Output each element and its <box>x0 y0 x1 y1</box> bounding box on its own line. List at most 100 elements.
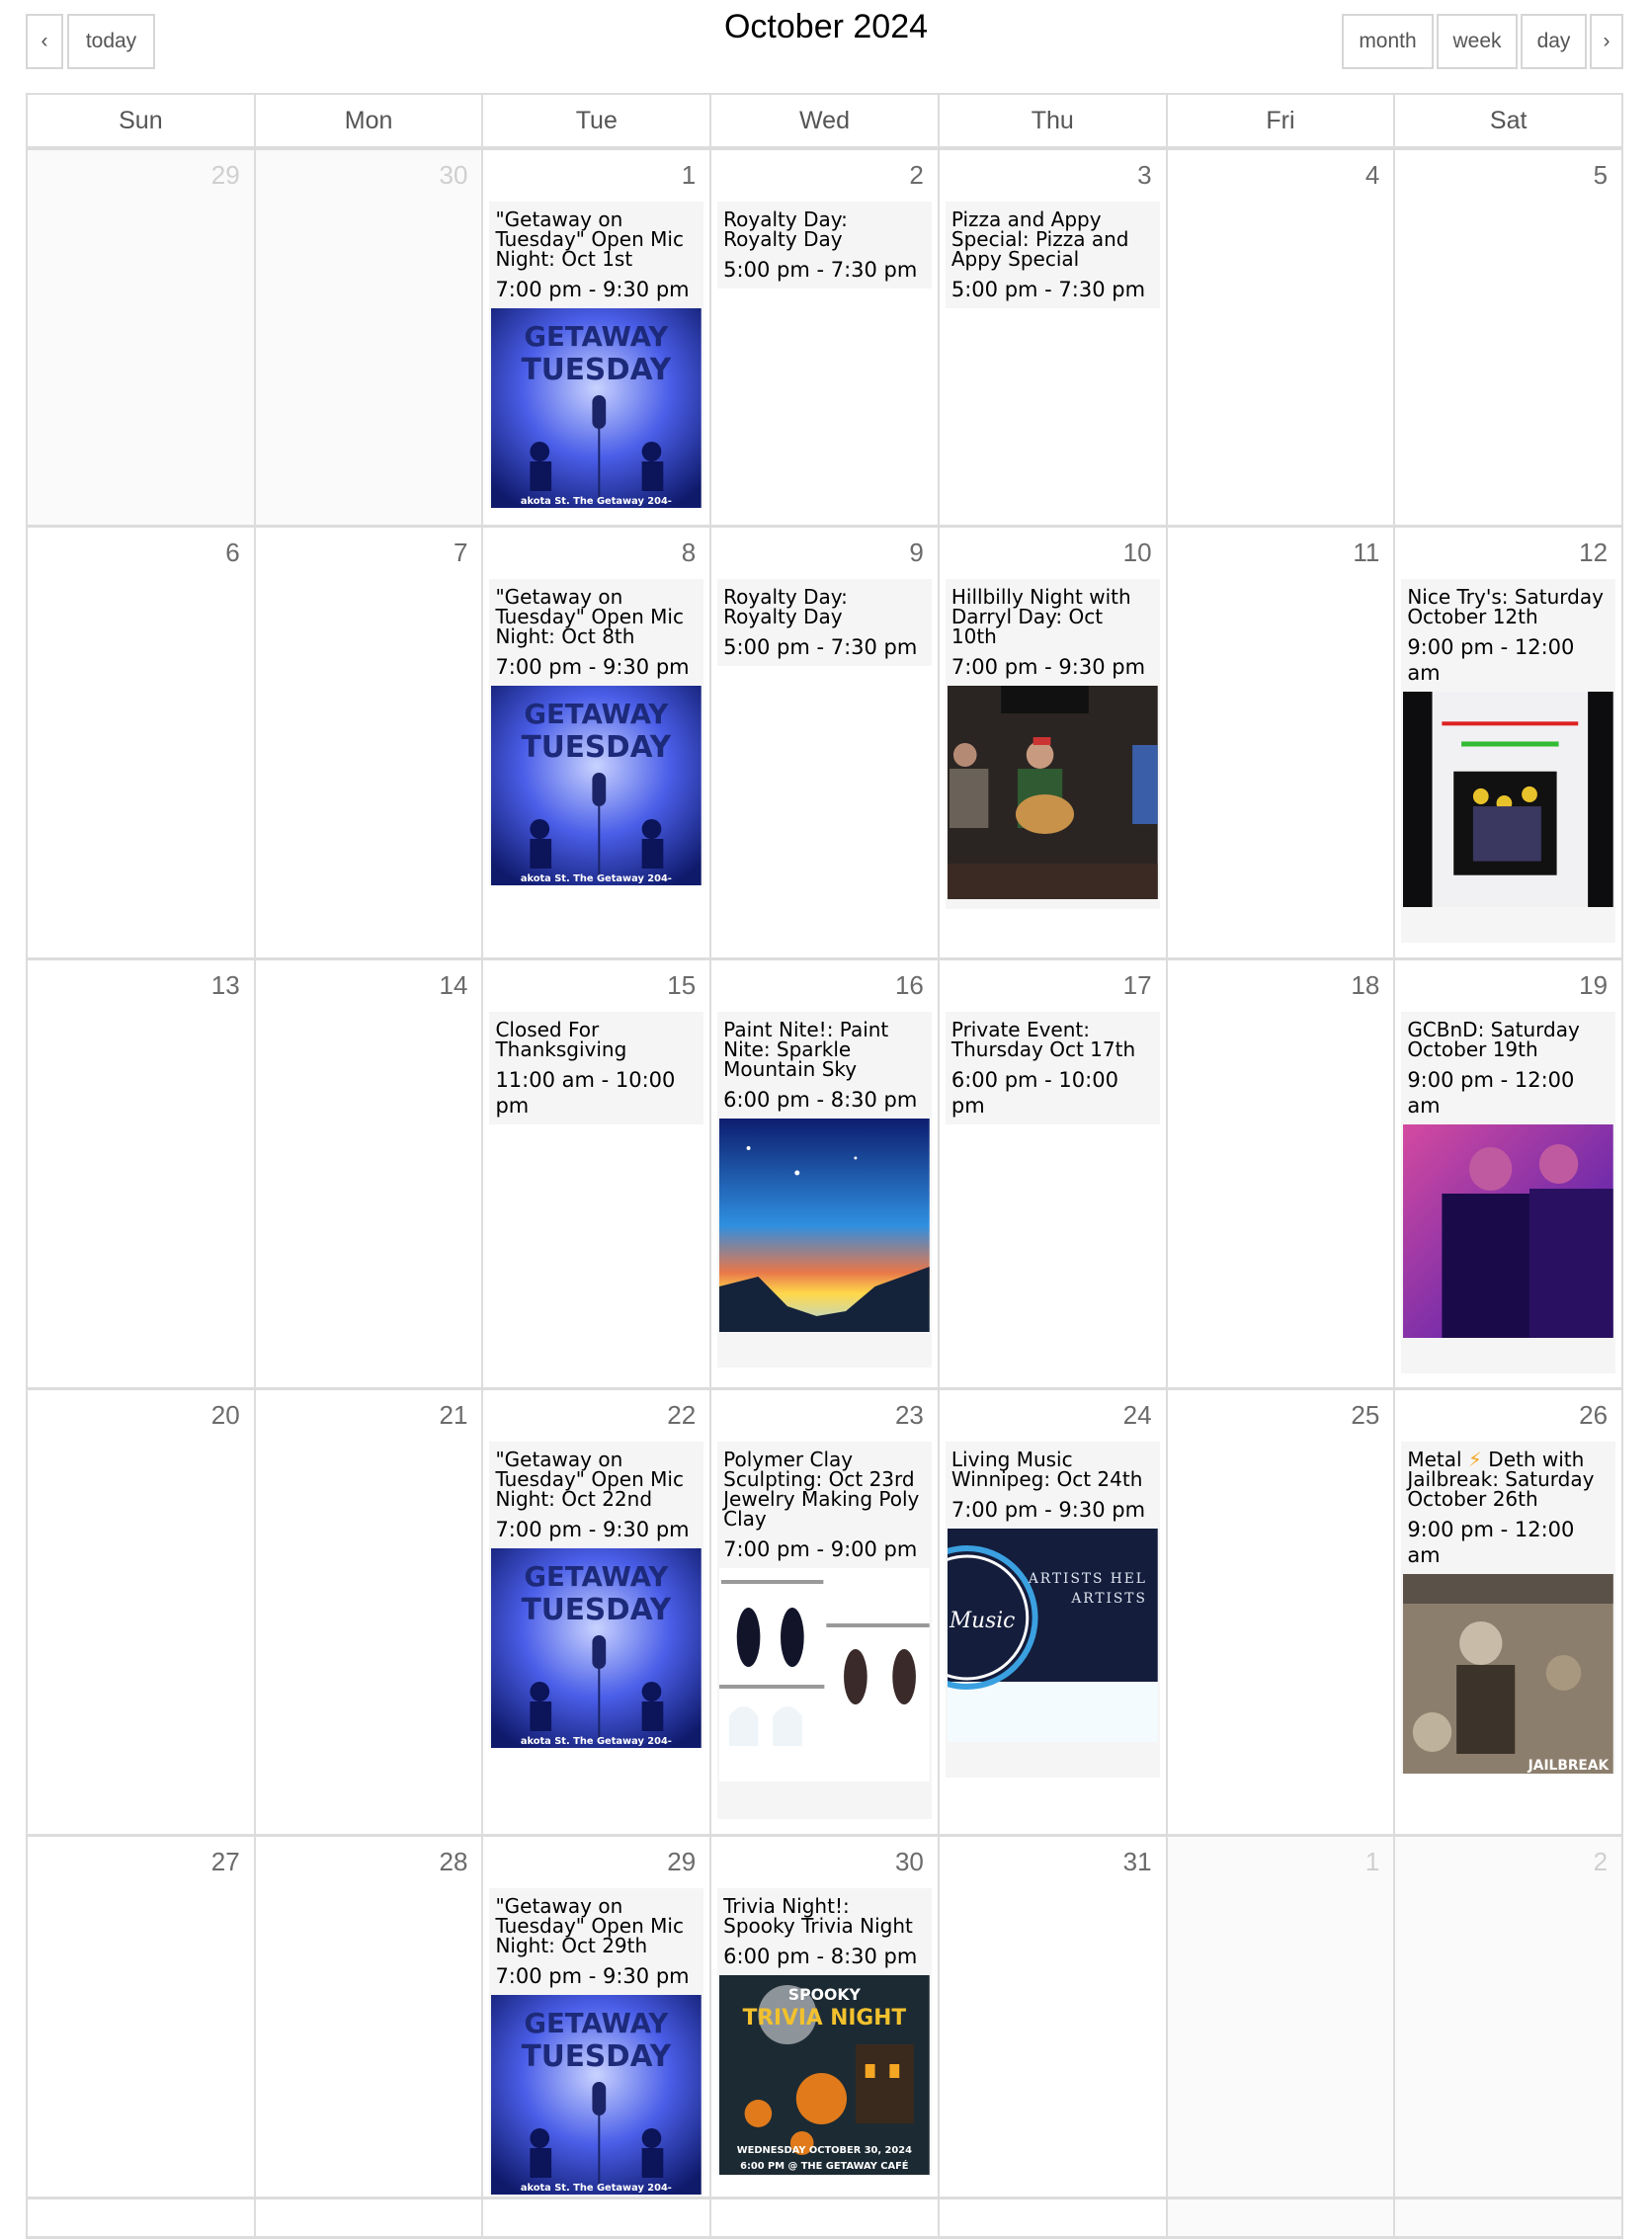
calendar-event[interactable]: "Getaway on Tuesday" Open Mic Night: Oct… <box>489 1888 704 2195</box>
day-cell[interactable] <box>256 2199 484 2236</box>
calendar-event[interactable]: "Getaway on Tuesday" Open Mic Night: Oct… <box>489 1442 704 1748</box>
day-number[interactable]: 4 <box>1365 160 1379 191</box>
day-cell[interactable]: 8 "Getaway on Tuesday" Open Mic Night: Oc… <box>483 528 712 957</box>
getaway-tuesday-poster-image[interactable]: GETAWAY TUESDAY akota St. The Getaway 20… <box>491 308 702 508</box>
day-cell[interactable]: 31 <box>940 1837 1168 2197</box>
calendar-event[interactable]: "Getaway on Tuesday" Open Mic Night: Oct… <box>489 202 704 508</box>
day-number[interactable]: 16 <box>895 970 924 1001</box>
band-photo-image[interactable] <box>947 686 1158 899</box>
day-cell[interactable]: 1 "Getaway on Tuesday" Open Mic Night: Oc… <box>483 150 712 525</box>
day-cell[interactable]: 19 GCBnD: Saturday October 19th 9:00 pm - … <box>1395 960 1621 1387</box>
nice-trys-poster-image[interactable] <box>1403 692 1614 907</box>
day-number[interactable]: 22 <box>667 1400 696 1431</box>
day-number[interactable]: 15 <box>667 970 696 1001</box>
day-number[interactable]: 12 <box>1579 538 1608 568</box>
day-cell[interactable] <box>1395 2199 1622 2236</box>
day-number[interactable]: 25 <box>1351 1400 1379 1431</box>
day-cell[interactable]: 6 <box>28 528 256 957</box>
day-number[interactable]: 2 <box>909 160 923 191</box>
day-view-button[interactable]: day <box>1521 14 1587 69</box>
day-cell[interactable]: 12 Nice Try's: Saturday October 12th 9:00 … <box>1395 528 1621 957</box>
day-cell[interactable]: 17 Private Event: Thursday Oct 17th 6:00 p… <box>940 960 1168 1387</box>
living-music-logo-image[interactable]: ARTISTS HEL ARTISTS Music <box>947 1529 1158 1742</box>
day-number[interactable]: 27 <box>211 1847 240 1877</box>
day-number[interactable]: 21 <box>440 1400 468 1431</box>
day-cell[interactable] <box>1167 2199 1396 2236</box>
day-cell[interactable]: 15 Closed For Thanksgiving 11:00 am - 10:0… <box>483 960 712 1387</box>
day-number[interactable]: 28 <box>440 1847 468 1877</box>
day-number[interactable]: 6 <box>225 538 239 568</box>
calendar-event[interactable]: Polymer Clay Sculpting: Oct 23rd Jewelry… <box>717 1442 932 1819</box>
calendar-event[interactable]: Royalty Day: Royalty Day 5:00 pm - 7:30 p… <box>717 579 932 666</box>
day-cell[interactable]: 16 Paint Nite!: Paint Nite: Sparkle Mount… <box>711 960 940 1387</box>
day-cell[interactable]: 20 <box>28 1390 256 1834</box>
day-cell[interactable]: 27 <box>28 1837 256 2197</box>
week-view-button[interactable]: week <box>1437 14 1518 69</box>
day-cell[interactable]: 21 <box>256 1390 484 1834</box>
month-view-button[interactable]: month <box>1342 14 1434 69</box>
day-number[interactable]: 3 <box>1137 160 1151 191</box>
day-number[interactable]: 5 <box>1594 160 1608 191</box>
day-number[interactable]: 14 <box>440 970 468 1001</box>
day-cell[interactable]: 9 Royalty Day: Royalty Day 5:00 pm - 7:30 … <box>711 528 940 957</box>
day-cell[interactable]: 13 <box>28 960 256 1387</box>
day-cell[interactable]: 2 Royalty Day: Royalty Day 5:00 pm - 7:30 … <box>711 150 940 525</box>
day-cell[interactable]: 18 <box>1168 960 1396 1387</box>
day-cell[interactable]: 25 <box>1168 1390 1396 1834</box>
day-number[interactable]: 20 <box>211 1400 240 1431</box>
calendar-event[interactable]: Nice Try's: Saturday October 12th 9:00 pm… <box>1401 579 1616 943</box>
day-cell[interactable]: 7 <box>256 528 484 957</box>
day-number[interactable]: 10 <box>1123 538 1152 568</box>
getaway-tuesday-poster-image[interactable]: GETAWAY TUESDAY akota St. The Getaway 20… <box>491 686 702 885</box>
day-number[interactable]: 29 <box>211 160 240 191</box>
day-cell[interactable]: 22 "Getaway on Tuesday" Open Mic Night: O… <box>483 1390 712 1834</box>
day-cell-other-month[interactable]: 30 <box>255 150 484 525</box>
day-cell[interactable]: 24 Living Music Winnipeg: Oct 24th 7:00 pm… <box>940 1390 1168 1834</box>
day-number[interactable]: 17 <box>1123 970 1152 1001</box>
clay-earrings-image[interactable] <box>719 1568 930 1782</box>
day-number[interactable]: 23 <box>895 1400 924 1431</box>
metal-deth-poster-image[interactable]: JAILBREAK <box>1403 1574 1614 1774</box>
day-cell[interactable]: 3 Pizza and Appy Special: Pizza and Appy … <box>940 150 1168 525</box>
day-cell-other-month[interactable]: 1 <box>1167 1837 1396 2197</box>
day-cell[interactable] <box>711 2199 940 2236</box>
day-cell[interactable]: 10 Hillbilly Night with Darryl Day: Oct 1… <box>940 528 1168 957</box>
sparkle-mountain-sky-painting-image[interactable] <box>719 1119 930 1332</box>
calendar-event[interactable]: Living Music Winnipeg: Oct 24th 7:00 pm -… <box>945 1442 1160 1778</box>
day-number[interactable]: 7 <box>454 538 467 568</box>
day-cell[interactable]: 28 <box>256 1837 484 2197</box>
calendar-event[interactable]: Hillbilly Night with Darryl Day: Oct 10t… <box>945 579 1160 909</box>
day-number[interactable]: 30 <box>440 160 468 191</box>
day-cell[interactable]: 11 <box>1168 528 1396 957</box>
day-number[interactable]: 1 <box>1365 1847 1379 1877</box>
getaway-tuesday-poster-image[interactable]: GETAWAY TUESDAY akota St. The Getaway 20… <box>491 1548 702 1748</box>
day-number[interactable]: 18 <box>1351 970 1379 1001</box>
day-cell[interactable]: 30 Trivia Night!: Spooky Trivia Night 6:00… <box>711 1837 940 2197</box>
day-cell[interactable]: 23 Polymer Clay Sculpting: Oct 23rd Jewel… <box>711 1390 940 1834</box>
day-cell[interactable] <box>483 2199 712 2236</box>
day-cell-other-month[interactable]: 2 <box>1395 1837 1622 2197</box>
day-number[interactable]: 31 <box>1123 1847 1152 1877</box>
calendar-event[interactable]: Metal ⚡ Deth with Jailbreak: Saturday Oc… <box>1401 1442 1616 1774</box>
gcbnd-band-photo-image[interactable] <box>1403 1124 1614 1338</box>
day-number[interactable]: 19 <box>1579 970 1608 1001</box>
next-button[interactable]: › <box>1590 14 1623 69</box>
day-number[interactable]: 2 <box>1594 1847 1608 1877</box>
calendar-event[interactable]: GCBnD: Saturday October 19th 9:00 pm - 12… <box>1401 1012 1616 1373</box>
getaway-tuesday-poster-image[interactable]: GETAWAY TUESDAY akota St. The Getaway 20… <box>491 1995 702 2195</box>
day-number[interactable]: 8 <box>682 538 696 568</box>
day-number[interactable]: 26 <box>1579 1400 1608 1431</box>
day-cell[interactable]: 5 <box>1395 150 1621 525</box>
calendar-event[interactable]: Closed For Thanksgiving 11:00 am - 10:00 … <box>489 1012 704 1124</box>
day-number[interactable]: 29 <box>667 1847 696 1877</box>
day-cell[interactable]: 14 <box>256 960 484 1387</box>
day-cell-other-month[interactable]: 29 <box>28 150 256 525</box>
calendar-event[interactable]: Trivia Night!: Spooky Trivia Night 6:00 p… <box>717 1888 932 2175</box>
calendar-event[interactable]: Paint Nite!: Paint Nite: Sparkle Mountai… <box>717 1012 932 1368</box>
day-cell[interactable]: 26 Metal ⚡ Deth with Jailbreak: Saturday … <box>1395 1390 1621 1834</box>
calendar-event[interactable]: "Getaway on Tuesday" Open Mic Night: Oct… <box>489 579 704 885</box>
day-cell[interactable] <box>28 2199 256 2236</box>
calendar-event[interactable]: Royalty Day: Royalty Day 5:00 pm - 7:30 p… <box>717 202 932 289</box>
day-cell[interactable]: 4 <box>1168 150 1396 525</box>
spooky-trivia-poster-image[interactable]: SPOOKY TRIVIA NIGHT WEDNESDAY OCTOBER 30… <box>719 1975 930 2175</box>
